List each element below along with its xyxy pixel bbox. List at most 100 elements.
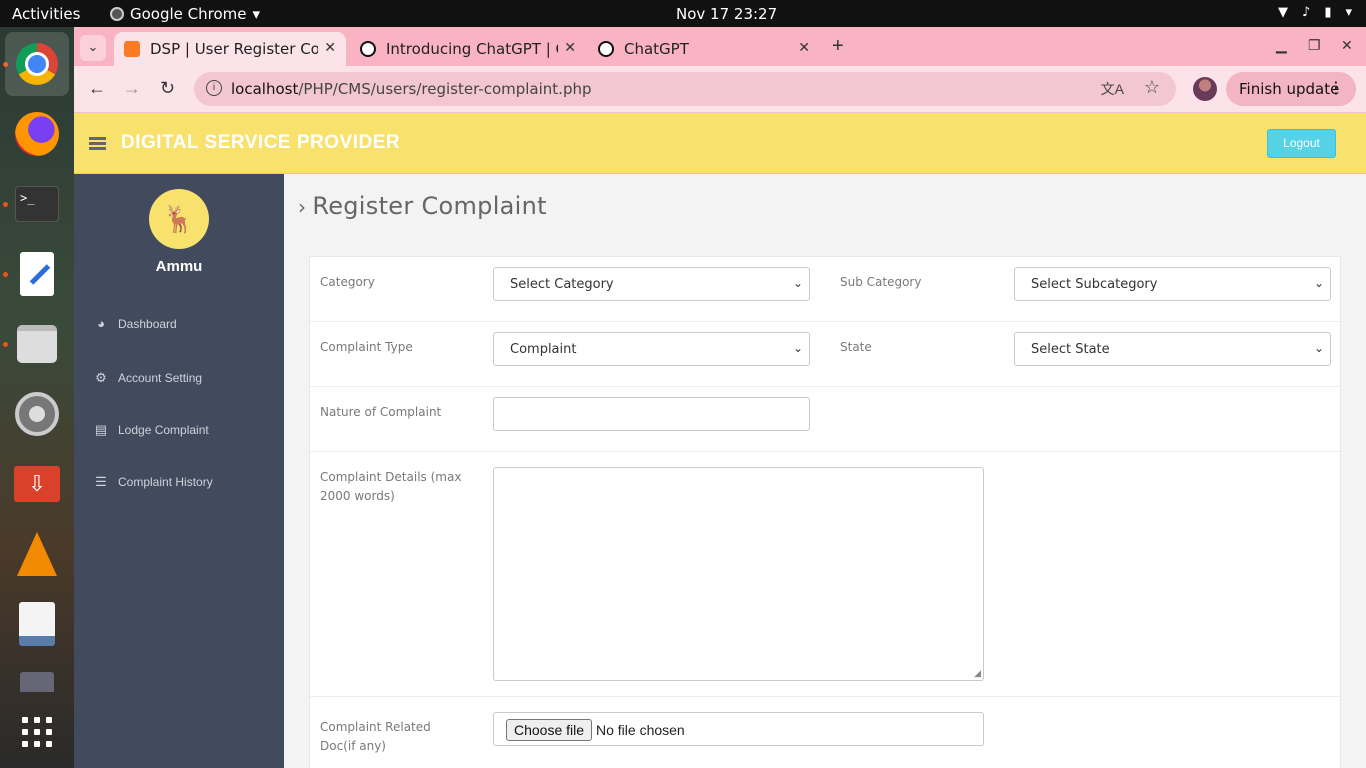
app-menu[interactable]: Google Chrome ▾ <box>110 5 260 23</box>
tab-dsp[interactable]: DSP | User Register Com ✕ <box>114 32 346 66</box>
sidebar-item-lodge-complaint[interactable]: ▤ Lodge Complaint <box>94 422 209 438</box>
terminal-launcher[interactable]: >_ <box>5 172 69 236</box>
complaint-details-textarea[interactable]: ◢ <box>493 467 984 681</box>
category-label: Category <box>320 275 375 289</box>
xampp-favicon-icon <box>124 41 140 57</box>
complaint-details-label: Complaint Details (max 2000 words) <box>320 470 462 503</box>
sidebar-item-complaint-history[interactable]: ☰ Complaint History <box>94 474 213 490</box>
chevron-right-icon: › <box>298 195 307 219</box>
system-tray[interactable]: ▼ ♪ ▮ ▾ <box>1278 5 1352 20</box>
profile-avatar[interactable] <box>1193 77 1217 101</box>
chevron-down-icon: ⌄ <box>1313 276 1324 290</box>
forward-arrow-icon[interactable]: → <box>123 78 141 99</box>
show-apps-button[interactable] <box>5 700 69 764</box>
file-status: No file chosen <box>596 722 685 738</box>
form-row: Complaint Related Doc(if any) Choose fil… <box>310 697 1342 768</box>
choose-file-button[interactable]: Choose file <box>506 719 593 741</box>
app-grid-icon <box>22 717 52 747</box>
text-editor-launcher[interactable] <box>5 242 69 306</box>
files-launcher[interactable] <box>5 312 69 376</box>
site-info-icon[interactable]: i <box>206 80 222 96</box>
sidebar-item-label: Account Setting <box>118 371 203 385</box>
back-arrow-icon[interactable]: ← <box>88 78 106 99</box>
new-tab-plus-icon[interactable]: + <box>832 36 844 56</box>
reload-icon[interactable]: ↻ <box>160 78 175 99</box>
complaint-type-select[interactable]: Complaint ⌄ <box>493 332 810 366</box>
tab-title: ChatGPT <box>624 40 689 58</box>
page-viewport: DIGITAL SERVICE PROVIDER Logout 🦌 Ammu ◕… <box>74 113 1366 768</box>
downloader-icon: ⇩ <box>14 466 60 502</box>
url-text[interactable]: localhost/PHP/CMS/users/register-complai… <box>231 80 592 98</box>
site-brand[interactable]: DIGITAL SERVICE PROVIDER <box>121 132 400 154</box>
clock[interactable]: Nov 17 23:27 <box>676 5 777 23</box>
firefox-launcher[interactable] <box>5 102 69 166</box>
bookmark-star-icon[interactable]: ☆ <box>1144 77 1160 98</box>
complaint-form: Category Select Category ⌄ Sub Category … <box>309 256 1342 768</box>
firefox-icon <box>15 112 59 156</box>
chrome-icon <box>16 43 58 85</box>
dashboard-icon: ◕ <box>97 316 105 331</box>
more-vert-icon: ⋮ <box>1328 78 1344 97</box>
chevron-down-icon: ⌄ <box>792 276 803 290</box>
dock: >_ ⇩ <box>0 27 74 768</box>
activities-button[interactable]: Activities <box>12 5 80 23</box>
resize-grip-icon[interactable]: ◢ <box>974 668 981 679</box>
settings-icon <box>15 392 59 436</box>
disk-launcher[interactable] <box>5 662 69 692</box>
gears-icon: ⚙ <box>95 370 107 385</box>
close-icon[interactable]: ✕ <box>324 40 336 56</box>
volume-icon: ♪ <box>1302 5 1311 20</box>
subcategory-select[interactable]: Select Subcategory ⌄ <box>1014 267 1331 301</box>
related-doc-file-input[interactable]: Choose file No file chosen <box>493 712 984 746</box>
files-icon <box>17 325 57 363</box>
form-row: Complaint Details (max 2000 words) ◢ <box>310 452 1342 697</box>
chevron-down-icon: ▾ <box>252 5 261 23</box>
tab-introducing-chatgpt[interactable]: Introducing ChatGPT | O ✕ <box>350 32 586 66</box>
nature-of-complaint-input[interactable] <box>493 397 810 431</box>
complaint-type-label: Complaint Type <box>320 340 413 354</box>
tab-title: DSP | User Register Com <box>150 40 318 58</box>
close-icon[interactable]: ✕ <box>798 40 810 56</box>
chevron-down-icon: ⌄ <box>1313 341 1324 355</box>
minimize-icon[interactable]: ▁ <box>1276 37 1287 54</box>
form-row: Category Select Category ⌄ Sub Category … <box>310 257 1342 322</box>
main-content: › Register Complaint Category Select Cate… <box>284 174 1366 768</box>
wifi-icon: ▼ <box>1278 5 1289 20</box>
sidebar-item-account-setting[interactable]: ⚙ Account Setting <box>94 370 202 386</box>
tab-strip: ⌄ DSP | User Register Com ✕ Introducing … <box>74 27 1366 66</box>
disk-icon <box>20 672 54 692</box>
sidebar-item-dashboard[interactable]: ◕ Dashboard <box>94 316 177 331</box>
state-label: State <box>840 340 872 354</box>
battery-icon: ▮ <box>1324 5 1332 20</box>
address-bar[interactable]: i localhost/PHP/CMS/users/register-compl… <box>194 72 1176 106</box>
hamburger-menu-icon[interactable] <box>89 137 106 150</box>
close-icon[interactable]: ✕ <box>564 40 576 56</box>
chevron-down-icon: ⌄ <box>87 39 99 54</box>
text-editor-icon <box>20 252 54 296</box>
user-avatar[interactable]: 🦌 <box>149 189 209 249</box>
openai-favicon-icon <box>598 41 614 57</box>
state-select[interactable]: Select State ⌄ <box>1014 332 1331 366</box>
reader-launcher[interactable] <box>5 592 69 656</box>
close-window-icon[interactable]: ✕ <box>1341 37 1353 54</box>
downloader-launcher[interactable]: ⇩ <box>5 452 69 516</box>
finish-update-button[interactable]: Finish update ⋮ <box>1226 72 1356 106</box>
related-doc-label: Complaint Related Doc(if any) <box>320 720 431 753</box>
restore-icon[interactable]: ❐ <box>1308 37 1321 54</box>
system-top-bar: Activities Google Chrome ▾ Nov 17 23:27 … <box>0 0 1366 27</box>
browser-toolbar: ← → ↻ i localhost/PHP/CMS/users/register… <box>74 66 1366 113</box>
tab-chatgpt[interactable]: ChatGPT ✕ <box>588 32 820 66</box>
settings-launcher[interactable] <box>5 382 69 446</box>
tab-search-button[interactable]: ⌄ <box>80 35 106 61</box>
vlc-icon <box>17 532 57 576</box>
chrome-launcher[interactable] <box>5 32 69 96</box>
sidebar-item-label: Lodge Complaint <box>118 423 209 437</box>
vlc-launcher[interactable] <box>5 522 69 586</box>
sidebar-item-label: Complaint History <box>118 475 213 489</box>
form-row: Nature of Complaint <box>310 387 1342 452</box>
openai-favicon-icon <box>360 41 376 57</box>
translate-icon[interactable]: 文A <box>1101 79 1124 99</box>
logout-button[interactable]: Logout <box>1267 129 1336 158</box>
subcategory-label: Sub Category <box>840 275 922 289</box>
category-select[interactable]: Select Category ⌄ <box>493 267 810 301</box>
